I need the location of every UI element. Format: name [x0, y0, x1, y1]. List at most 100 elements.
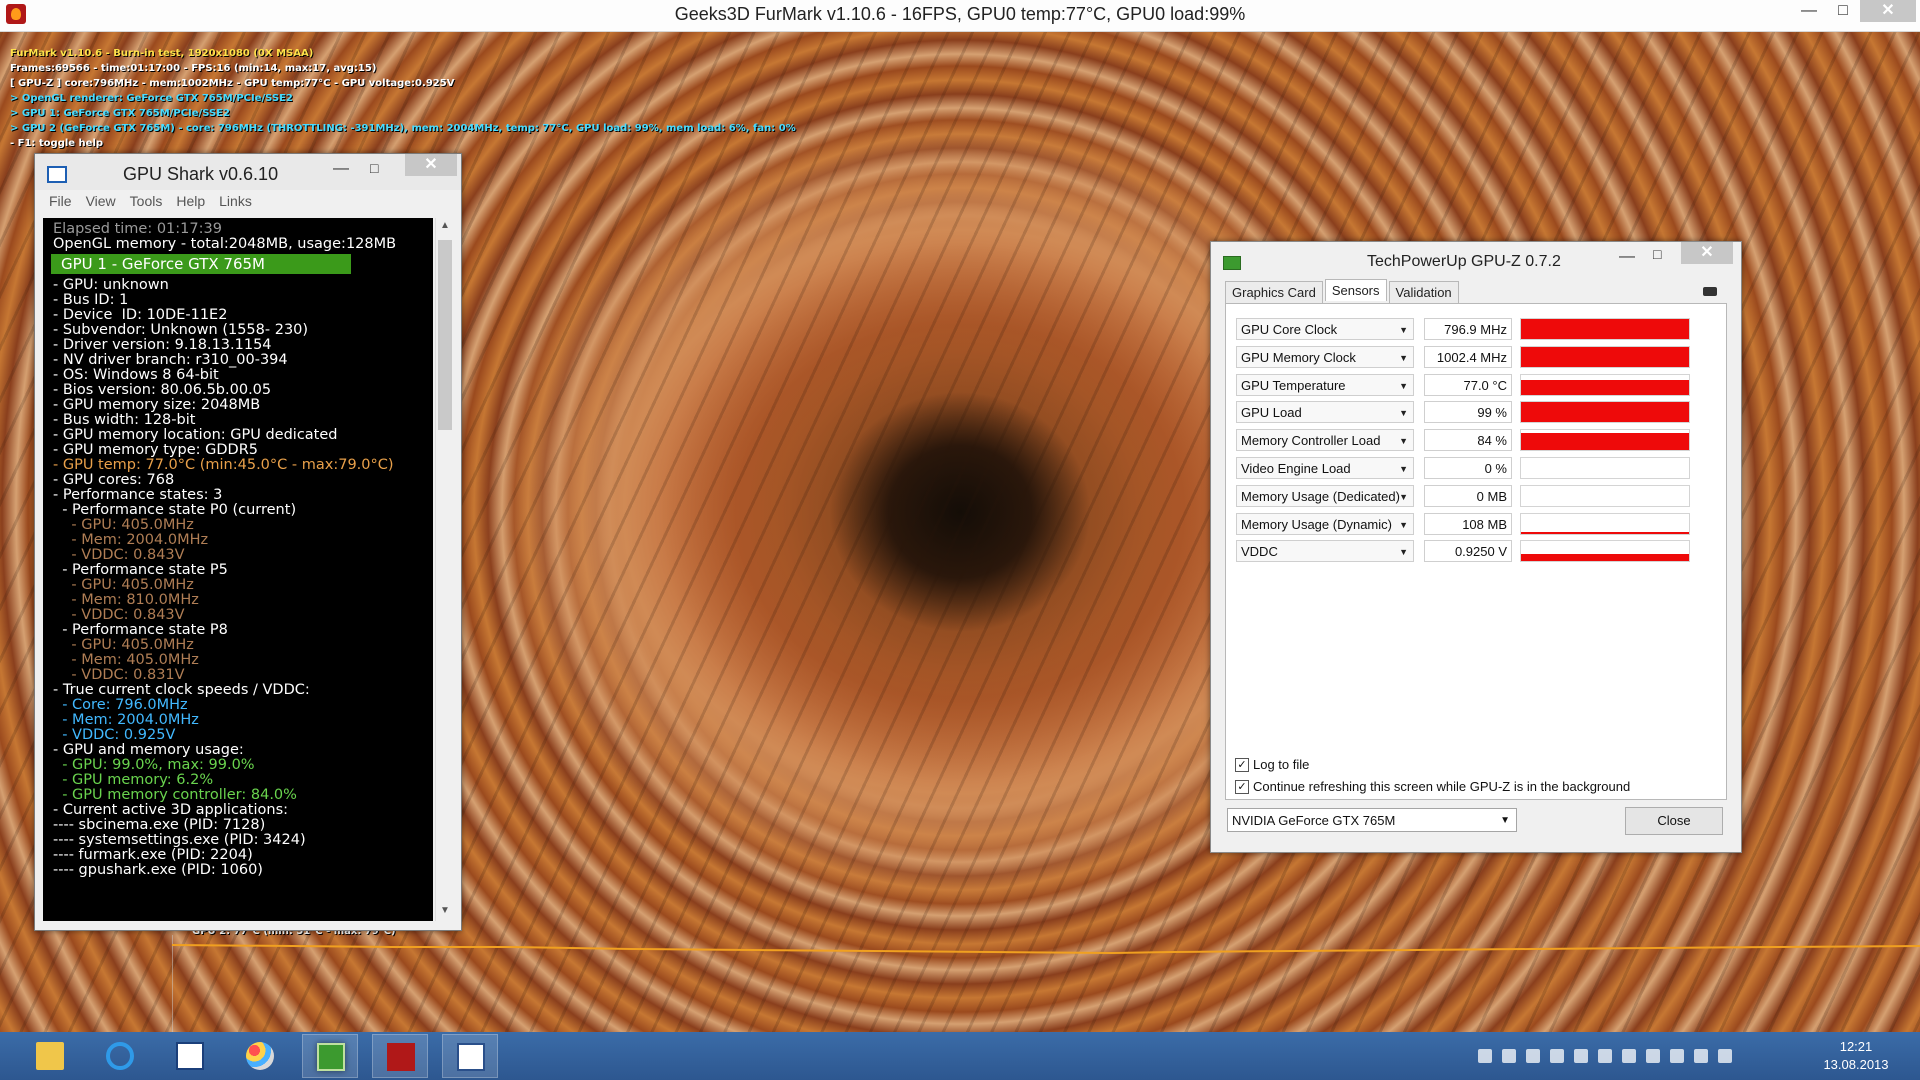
sensor-graph-fill — [1521, 319, 1689, 339]
chevron-down-icon: ▼ — [1399, 408, 1408, 419]
tab-sensors[interactable]: Sensors — [1324, 279, 1387, 301]
info-line: - GPU memory type: GDDR5 — [53, 442, 258, 458]
menu-file[interactable]: File — [49, 193, 72, 209]
info-console[interactable]: Elapsed time: 01:17:39 OpenGL memory - to… — [43, 218, 433, 921]
info-line: - GPU memory size: 2048MB — [53, 397, 261, 413]
menu-links[interactable]: Links — [219, 193, 252, 209]
adapter-select[interactable]: NVIDIA GeForce GTX 765M ▼ — [1227, 808, 1517, 832]
clock[interactable]: 12:21 13.08.2013 — [1806, 1038, 1906, 1074]
taskbar-gpu-shark[interactable] — [442, 1034, 498, 1078]
taskbar-internet-explorer[interactable] — [92, 1034, 148, 1078]
sensor-graph — [1520, 345, 1690, 368]
gpu-z-title-bar[interactable]: TechPowerUp GPU-Z 0.7.2 — □ ✕ — [1211, 242, 1741, 276]
sensor-name-select[interactable]: GPU Load ▼ — [1236, 401, 1414, 424]
maximize-button[interactable]: □ — [1830, 0, 1856, 22]
info-line: - GPU memory controller: 84.0% — [53, 787, 297, 803]
gpu-header[interactable]: GPU 1 - GeForce GTX 765M — [51, 254, 351, 274]
clock-time: 12:21 — [1839, 1039, 1873, 1054]
furmark-title-bar[interactable]: Geeks3D FurMark v1.10.6 - 16FPS, GPU0 te… — [0, 0, 1920, 32]
tray-display-icon[interactable] — [1550, 1049, 1564, 1063]
sensor-value: 0 MB — [1424, 484, 1512, 507]
checkbox-label: Continue refreshing this screen while GP… — [1253, 779, 1631, 794]
scroll-down-icon[interactable]: ▼ — [440, 905, 450, 916]
sensor-value: 108 MB — [1424, 512, 1512, 535]
taskbar-furmark[interactable] — [372, 1034, 428, 1078]
sensor-name-select[interactable]: Memory Usage (Dynamic) ▼ — [1236, 512, 1414, 535]
tab-graphics-card[interactable]: Graphics Card — [1225, 281, 1323, 303]
tray-app-icon[interactable] — [1574, 1049, 1588, 1063]
info-lines: Elapsed time: 01:17:39 OpenGL memory - to… — [51, 222, 396, 878]
info-line: ---- systemsettings.exe (PID: 3424) — [53, 832, 306, 848]
sensor-name-select[interactable]: Video Engine Load ▼ — [1236, 457, 1414, 479]
info-line: - VDDC: 0.831V — [53, 667, 185, 683]
sensor-name-select[interactable]: GPU Temperature ▼ — [1236, 373, 1414, 396]
info-line: - GPU: 405.0MHz — [53, 517, 194, 533]
tray-nvidia-icon[interactable] — [1502, 1049, 1516, 1063]
minimize-button[interactable]: — — [333, 160, 349, 178]
tray-monitor-icon[interactable] — [1526, 1049, 1540, 1063]
sensor-name-select[interactable]: Memory Controller Load ▼ — [1236, 429, 1414, 452]
gpu-shark-title-bar[interactable]: GPU Shark v0.6.10 — □ ✕ — [35, 154, 461, 190]
close-dialog-button[interactable]: Close — [1625, 807, 1723, 835]
console-scrollbar[interactable]: ▲ ▼ — [435, 218, 454, 921]
menu-tools[interactable]: Tools — [130, 193, 163, 209]
sensor-name-select[interactable]: GPU Core Clock ▼ — [1236, 318, 1414, 340]
tray-volume-icon[interactable] — [1718, 1049, 1732, 1063]
close-button[interactable]: ✕ — [1681, 242, 1733, 264]
info-line: - GPU: 405.0MHz — [53, 577, 194, 593]
menu-help[interactable]: Help — [176, 193, 205, 209]
osd-line: > GPU 2 (GeForce GTX 765M) - core: 796MH… — [10, 123, 796, 134]
maximize-button[interactable]: □ — [370, 160, 378, 176]
scroll-thumb[interactable] — [438, 240, 452, 430]
close-button[interactable]: ✕ — [1860, 0, 1916, 22]
camera-icon[interactable] — [1703, 287, 1717, 296]
osd-line: > OpenGL renderer: GeForce GTX 765M/PCIe… — [10, 93, 293, 104]
chevron-down-icon: ▼ — [1399, 436, 1408, 447]
info-line: - GPU: 405.0MHz — [53, 637, 194, 653]
checkbox-checked-icon[interactable]: ✓ — [1235, 758, 1249, 772]
sensor-panel: GPU Core Clock ▼ 796.9 MHz GPU Memory Clock… — [1225, 303, 1727, 800]
minimize-button[interactable]: — — [1619, 248, 1635, 266]
gpu-z-window[interactable]: TechPowerUp GPU-Z 0.7.2 — □ ✕ Graphics C… — [1210, 241, 1742, 853]
info-line: - Mem: 2004.0MHz — [53, 532, 209, 548]
temperature-line — [172, 944, 1920, 955]
tab-validation[interactable]: Validation — [1388, 281, 1459, 303]
gpu-z-title: TechPowerUp GPU-Z 0.7.2 — [1367, 253, 1561, 270]
taskbar-file-explorer[interactable] — [22, 1034, 78, 1078]
sensor-graph-fill — [1521, 402, 1689, 423]
taskbar-gpu-caps-viewer[interactable] — [162, 1034, 218, 1078]
maximize-button[interactable]: □ — [1653, 246, 1661, 262]
scroll-up-icon[interactable]: ▲ — [440, 220, 450, 231]
sensor-graph — [1520, 540, 1690, 563]
osd-line: [ GPU-Z ] core:796MHz - mem:1002MHz - GP… — [10, 78, 455, 89]
window-icon — [457, 1043, 485, 1071]
gpu-shark-window[interactable]: GPU Shark v0.6.10 — □ ✕ File View Tools … — [34, 153, 462, 931]
taskbar-paint[interactable] — [232, 1034, 288, 1078]
sensor-name-select[interactable]: Memory Usage (Dedicated) ▼ — [1236, 484, 1414, 507]
tray-battery-icon[interactable] — [1670, 1049, 1684, 1063]
log-to-file-checkbox[interactable]: ✓ Log to file — [1235, 754, 1630, 776]
menu-view[interactable]: View — [86, 193, 116, 209]
tray-keyboard-icon[interactable] — [1598, 1049, 1612, 1063]
sensor-name-select[interactable]: GPU Memory Clock ▼ — [1236, 345, 1414, 368]
tray-app-icon[interactable] — [1622, 1049, 1636, 1063]
info-line: - Performance state P0 (current) — [53, 502, 297, 518]
clock-date: 13.08.2013 — [1823, 1057, 1889, 1072]
gpu-shark-title: GPU Shark v0.6.10 — [123, 164, 279, 184]
chevron-down-icon: ▼ — [1500, 815, 1510, 826]
continue-refresh-checkbox[interactable]: ✓ Continue refreshing this screen while … — [1235, 776, 1630, 798]
temperature-graph — [172, 935, 1920, 1035]
sensor-graph-fill — [1521, 379, 1689, 395]
minimize-button[interactable]: — — [1796, 0, 1822, 22]
tray-network-icon[interactable] — [1694, 1049, 1708, 1063]
info-line: - Driver version: 9.18.13.1154 — [53, 337, 272, 353]
info-line: ---- sbcinema.exe (PID: 7128) — [53, 817, 266, 833]
osd-line: FurMark v1.10.6 - Burn-in test, 1920x108… — [10, 48, 314, 59]
window-icon — [47, 166, 67, 183]
tray-app-icon[interactable] — [1478, 1049, 1492, 1063]
tray-flag-icon[interactable] — [1646, 1049, 1660, 1063]
sensor-name-select[interactable]: VDDC ▼ — [1236, 540, 1414, 563]
close-button[interactable]: ✕ — [405, 154, 457, 176]
checkbox-checked-icon[interactable]: ✓ — [1235, 780, 1249, 794]
taskbar-gpu-z[interactable] — [302, 1034, 358, 1078]
